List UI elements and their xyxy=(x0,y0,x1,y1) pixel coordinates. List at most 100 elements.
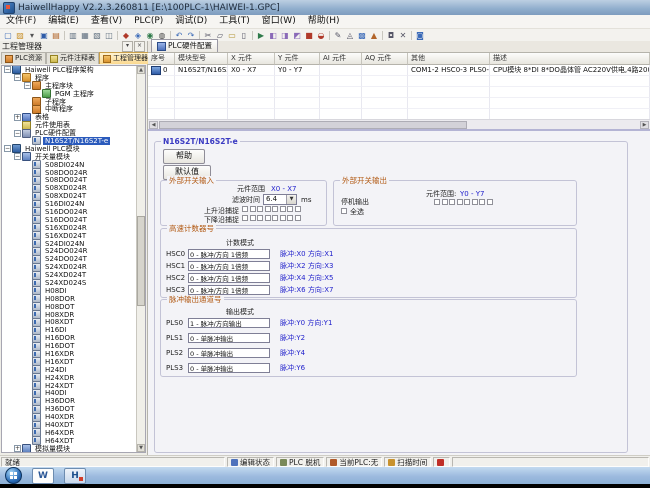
tree-row[interactable]: H16DOT xyxy=(2,342,145,350)
tree-item-label[interactable]: H36DOT xyxy=(43,405,76,413)
tree-item-label[interactable]: H40DI xyxy=(43,389,69,397)
hsc-mode-input[interactable] xyxy=(188,273,270,283)
scroll-up-icon[interactable]: ▲ xyxy=(137,66,145,74)
tree-row[interactable]: −开关量模块 xyxy=(2,153,145,161)
falling-edge-checkbox[interactable] xyxy=(295,215,301,221)
tree-item-label[interactable]: H08DOR xyxy=(43,295,77,303)
hsc-mode-input[interactable] xyxy=(188,261,270,271)
output-checkbox[interactable] xyxy=(457,199,463,205)
tree-row[interactable]: −程序 xyxy=(2,74,145,82)
tree-row[interactable]: S08DI024N xyxy=(2,161,145,169)
start-button[interactable] xyxy=(5,467,22,484)
page-setup-icon[interactable]: ▧ xyxy=(91,30,103,41)
tree-scrollbar[interactable]: ▲ ▼ xyxy=(136,66,145,452)
pls-mode-input[interactable] xyxy=(188,333,270,343)
tree-row[interactable]: S24DO024T xyxy=(2,255,145,263)
taskbar-haiwell-icon[interactable]: H xyxy=(64,468,86,484)
help-button[interactable]: 帮助 xyxy=(163,149,205,164)
tree-item-label[interactable]: H40XDT xyxy=(43,421,76,429)
column-header[interactable]: AI 元件 xyxy=(320,53,362,65)
tree-row[interactable]: H24XDR xyxy=(2,374,145,382)
print-icon[interactable]: ▥ xyxy=(67,30,79,41)
close-icon[interactable]: × xyxy=(134,41,145,52)
tree-item-label[interactable]: S24DO024R xyxy=(43,247,89,255)
tools-icon[interactable]: ✎ xyxy=(332,30,344,41)
tree-item-label[interactable]: H08XDT xyxy=(43,318,76,326)
tree-row[interactable]: S24XD024T xyxy=(2,271,145,279)
tree-item-label[interactable]: 元件使用表 xyxy=(33,121,72,129)
tree-item-label[interactable]: H16XDT xyxy=(43,358,76,366)
tree-item-label[interactable]: H16DI xyxy=(43,326,69,334)
pin-icon[interactable]: ▾ xyxy=(122,41,133,52)
save-all-icon[interactable]: ▤ xyxy=(50,30,62,41)
scroll-right-icon[interactable]: ▶ xyxy=(640,121,649,129)
tree-item-label[interactable]: PGM 主程序 xyxy=(53,90,96,98)
tree-item-label[interactable]: S24XD024S xyxy=(43,279,88,287)
menu-item[interactable]: 窗口(W) xyxy=(256,15,302,28)
column-header[interactable]: X 元件 xyxy=(228,53,275,65)
expander-icon[interactable]: + xyxy=(14,445,21,452)
paste-icon[interactable]: ▭ xyxy=(226,30,238,41)
download-plc-icon[interactable]: ◆ xyxy=(120,30,132,41)
output-checkbox[interactable] xyxy=(472,199,478,205)
tree-item-label[interactable]: H24DI xyxy=(43,366,69,374)
chevron-down-icon[interactable]: ▼ xyxy=(286,195,296,204)
tree-item-label[interactable]: S24XD024T xyxy=(43,271,88,279)
rising-edge-checkbox[interactable] xyxy=(287,206,293,212)
tree-row[interactable]: H08DOR xyxy=(2,295,145,303)
tree-row[interactable]: 子程序 xyxy=(2,98,145,106)
column-header[interactable]: 其他 xyxy=(408,53,490,65)
expander-icon[interactable]: − xyxy=(14,74,21,81)
tree-row[interactable]: H08DOT xyxy=(2,303,145,311)
stop-icon[interactable]: ■ xyxy=(303,30,315,41)
tree-row[interactable]: H16DOR xyxy=(2,334,145,342)
pls-mode-input[interactable] xyxy=(188,363,270,373)
tree-row[interactable]: H40XDR xyxy=(2,413,145,421)
panel-tab-工程管理器[interactable]: 工程管理器 xyxy=(99,52,152,64)
table-row[interactable]: 0N16S2T/N16S2T-eX0 - X7Y0 - Y7COM1-2 HSC… xyxy=(148,65,650,76)
chart-icon[interactable]: ▲ xyxy=(368,30,380,41)
tree-item-label[interactable]: S24DI024N xyxy=(43,240,86,248)
scroll-left-icon[interactable]: ◀ xyxy=(149,121,158,129)
rising-edge-checkbox[interactable] xyxy=(257,206,263,212)
falling-edge-checkbox[interactable] xyxy=(265,215,271,221)
pause-icon[interactable]: ◩ xyxy=(291,30,303,41)
tree-item-label[interactable]: S24XD024R xyxy=(43,263,89,271)
select-all-checkbox[interactable] xyxy=(341,208,347,214)
tree-item-label[interactable]: 模拟量模块 xyxy=(33,445,72,453)
falling-edge-checkbox[interactable] xyxy=(242,215,248,221)
menu-item[interactable]: 编辑(E) xyxy=(42,15,85,28)
library-icon[interactable]: ◙ xyxy=(414,30,426,41)
panel-tab-PLC资源[interactable]: PLC资源 xyxy=(1,52,46,64)
tree-row[interactable]: 元件使用表 xyxy=(2,121,145,129)
rising-edge-checkbox[interactable] xyxy=(265,206,271,212)
scroll-down-icon[interactable]: ▼ xyxy=(137,444,145,452)
tree-row[interactable]: S08XD024T xyxy=(2,192,145,200)
hsc-mode-input[interactable] xyxy=(188,285,270,295)
tree-row[interactable]: H24DI xyxy=(2,366,145,374)
tree-row[interactable]: S16DO024T xyxy=(2,216,145,224)
export-icon[interactable]: ◫ xyxy=(103,30,115,41)
rising-edge-checkbox[interactable] xyxy=(280,206,286,212)
tree-row[interactable]: H16DI xyxy=(2,326,145,334)
falling-edge-checkbox[interactable] xyxy=(250,215,256,221)
expander-icon[interactable]: − xyxy=(14,153,21,160)
menu-item[interactable]: 调试(D) xyxy=(169,15,213,28)
tree-item-label[interactable]: S16DO024T xyxy=(43,216,89,224)
sheet-icon[interactable]: ▩ xyxy=(356,30,368,41)
tree-row[interactable]: S24DI024N xyxy=(2,240,145,248)
tree-item-label[interactable]: S08XD024T xyxy=(43,192,88,200)
open-dropdown-icon[interactable]: ▾ xyxy=(26,30,38,41)
lock-icon[interactable]: ◘ xyxy=(385,30,397,41)
tree-row[interactable]: H36DOR xyxy=(2,397,145,405)
expander-icon[interactable]: − xyxy=(14,130,21,137)
tree-row[interactable]: H16XDT xyxy=(2,358,145,366)
output-checkbox[interactable] xyxy=(442,199,448,205)
tree-item-label[interactable]: H24XDR xyxy=(43,374,76,382)
pls-mode-input[interactable] xyxy=(188,348,270,358)
tree-item-label[interactable]: H24XDT xyxy=(43,382,76,390)
tree-item-label[interactable]: S08DO024T xyxy=(43,176,89,184)
tree-row[interactable]: S16DO024R xyxy=(2,208,145,216)
tree-item-label[interactable]: H16DOR xyxy=(43,334,77,342)
taskbar-word-icon[interactable]: W xyxy=(32,468,54,484)
